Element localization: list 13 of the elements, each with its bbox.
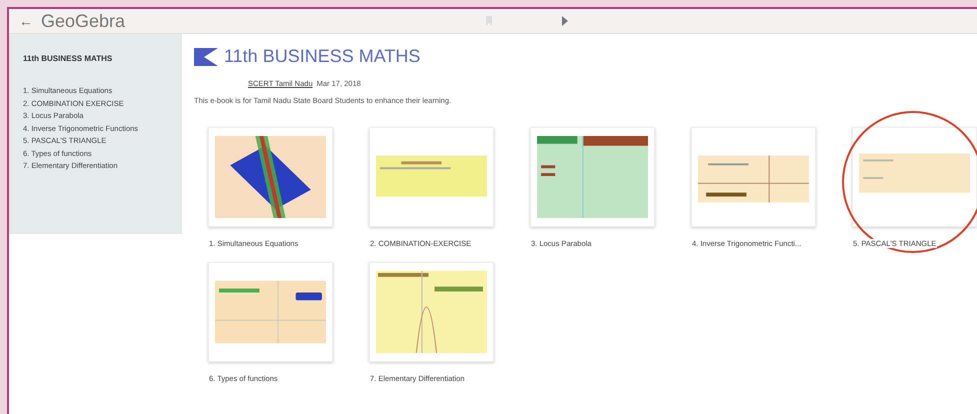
- activity-thumbnail[interactable]: [369, 262, 494, 362]
- book-title: 11th BUSINESS MATHS: [224, 46, 420, 67]
- back-button[interactable]: ←: [19, 13, 33, 29]
- app-title: GeoGebra: [41, 10, 126, 32]
- activity-thumbnail[interactable]: [208, 127, 333, 227]
- activity-thumbnail[interactable]: [530, 127, 655, 227]
- sidebar-heading: 11th BUSINESS MATHS: [23, 54, 114, 63]
- activity-thumbnail[interactable]: [852, 127, 977, 227]
- book-logo-icon: [194, 48, 218, 66]
- activity-thumbnail[interactable]: [691, 127, 816, 227]
- play-icon[interactable]: [561, 15, 569, 27]
- activity-thumbnail[interactable]: [369, 127, 494, 227]
- activity-thumbnail[interactable]: [208, 262, 333, 362]
